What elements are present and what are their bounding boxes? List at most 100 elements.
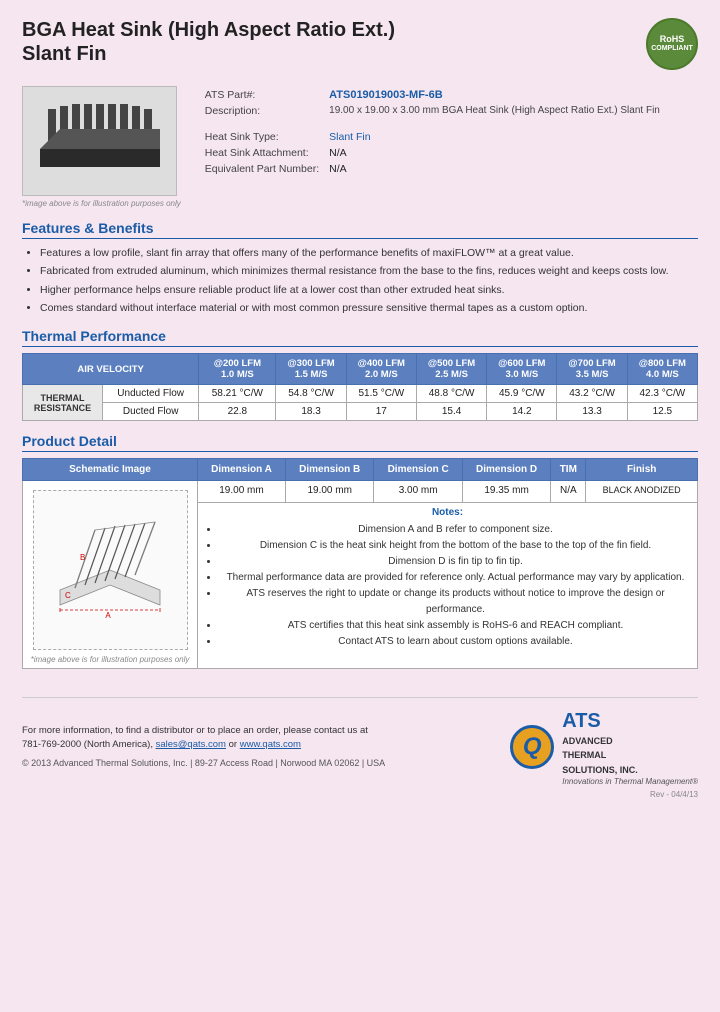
dim-b-value: 19.00 mm	[285, 481, 373, 503]
ats-tagline: Innovations in Thermal Management®	[562, 777, 698, 786]
feature-item: Features a low profile, slant fin array …	[40, 245, 698, 261]
svg-text:A: A	[105, 611, 111, 620]
footer-contact-text: For more information, to find a distribu…	[22, 724, 385, 738]
thermal-header-row: AIR VELOCITY @200 LFM1.0 M/S @300 LFM1.5…	[23, 354, 698, 385]
col-400lfm: @400 LFM2.0 M/S	[346, 354, 416, 385]
note-item: Dimension A and B refer to component siz…	[219, 522, 692, 538]
equiv-part-value: N/A	[325, 162, 664, 176]
unducted-200: 58.21 °C/W	[199, 385, 276, 403]
note-item: Dimension C is the heat sink height from…	[219, 538, 692, 554]
unducted-400: 51.5 °C/W	[346, 385, 416, 403]
footer-copyright: © 2013 Advanced Thermal Solutions, Inc. …	[22, 757, 385, 771]
dim-a-value: 19.00 mm	[198, 481, 286, 503]
col-dim-a: Dimension A	[198, 459, 286, 481]
ducted-600: 14.2	[487, 403, 557, 421]
ducted-300: 18.3	[276, 403, 346, 421]
col-600lfm: @600 LFM3.0 M/S	[487, 354, 557, 385]
svg-text:C: C	[65, 591, 71, 600]
col-700lfm: @700 LFM3.5 M/S	[557, 354, 627, 385]
product-details-table: ATS Part#: ATS019019003-MF-6B Descriptio…	[199, 86, 666, 178]
product-image-container: *image above is for illustration purpose…	[22, 86, 181, 208]
col-dim-c: Dimension C	[374, 459, 462, 481]
part-number-label: ATS Part#:	[201, 88, 323, 102]
page-wrapper: BGA Heat Sink (High Aspect Ratio Ext.) S…	[22, 18, 698, 799]
note-item: ATS reserves the right to update or chan…	[219, 586, 692, 618]
product-detail-heading: Product Detail	[22, 433, 698, 452]
unducted-800: 42.3 °C/W	[627, 385, 697, 403]
footer-website-link[interactable]: www.qats.com	[240, 739, 301, 750]
note-item: ATS certifies that this heat sink assemb…	[219, 618, 692, 634]
col-finish: Finish	[586, 459, 698, 481]
heat-sink-type-value: Slant Fin	[325, 130, 664, 144]
dim-c-value: 3.00 mm	[374, 481, 462, 503]
feature-item: Comes standard without interface materia…	[40, 300, 698, 316]
footer-email-link[interactable]: sales@qats.com	[156, 739, 226, 750]
notes-cell: Notes: Dimension A and B refer to compon…	[198, 502, 698, 668]
note-item: Thermal performance data are provided fo…	[219, 570, 692, 586]
schematic-image-box: A C B	[33, 490, 188, 650]
ducted-400: 17	[346, 403, 416, 421]
ducted-200: 22.8	[199, 403, 276, 421]
ats-text-logo: ATS ADVANCED THERMAL SOLUTIONS, INC. Inn…	[562, 708, 698, 786]
note-item: Contact ATS to learn about custom option…	[219, 634, 692, 650]
part-number-row: ATS Part#: ATS019019003-MF-6B	[201, 88, 664, 102]
equiv-part-label: Equivalent Part Number:	[201, 162, 323, 176]
ducted-500: 15.4	[416, 403, 486, 421]
tim-value: N/A	[551, 481, 586, 503]
page-header: BGA Heat Sink (High Aspect Ratio Ext.) S…	[22, 18, 698, 76]
heatsink-illustration	[30, 94, 170, 189]
ducted-flow-label: Ducted Flow	[103, 403, 199, 421]
features-list: Features a low profile, slant fin array …	[40, 245, 698, 316]
unducted-500: 48.8 °C/W	[416, 385, 486, 403]
product-detail-table: Schematic Image Dimension A Dimension B …	[22, 458, 698, 669]
schematic-caption: *image above is for illustration purpose…	[28, 655, 192, 664]
col-schematic: Schematic Image	[23, 459, 198, 481]
schematic-svg: A C B	[40, 500, 180, 640]
thermal-table: AIR VELOCITY @200 LFM1.0 M/S @300 LFM1.5…	[22, 353, 698, 421]
equiv-part-row: Equivalent Part Number: N/A	[201, 162, 664, 176]
footer: For more information, to find a distribu…	[22, 697, 698, 786]
notes-list: Dimension A and B refer to component siz…	[219, 522, 692, 650]
col-300lfm: @300 LFM1.5 M/S	[276, 354, 346, 385]
schematic-image-cell: A C B *image above is for illustration p…	[23, 481, 198, 669]
heat-sink-type-row: Heat Sink Type: Slant Fin	[201, 130, 664, 144]
rohs-badge: RoHS COMPLIANT	[646, 18, 698, 70]
features-heading: Features & Benefits	[22, 220, 698, 239]
col-800lfm: @800 LFM4.0 M/S	[627, 354, 697, 385]
col-500lfm: @500 LFM2.5 M/S	[416, 354, 486, 385]
col-dim-b: Dimension B	[285, 459, 373, 481]
ducted-800: 12.5	[627, 403, 697, 421]
thermal-resistance-label: THERMAL RESISTANCE	[23, 385, 103, 421]
unducted-300: 54.8 °C/W	[276, 385, 346, 403]
attachment-label: Heat Sink Attachment:	[201, 146, 323, 160]
footer-contact-details: 781-769-2000 (North America), sales@qats…	[22, 738, 385, 752]
part-number-value: ATS019019003-MF-6B	[325, 88, 664, 102]
thermal-heading: Thermal Performance	[22, 328, 698, 347]
feature-item: Higher performance helps ensure reliable…	[40, 282, 698, 298]
attachment-value: N/A	[325, 146, 664, 160]
col-tim: TIM	[551, 459, 586, 481]
ducted-700: 13.3	[557, 403, 627, 421]
footer-contact: For more information, to find a distribu…	[22, 724, 385, 770]
col-200lfm: @200 LFM1.0 M/S	[199, 354, 276, 385]
unducted-600: 45.9 °C/W	[487, 385, 557, 403]
description-label: Description:	[201, 104, 323, 118]
detail-values-row: A C B *image above is for illustration p…	[23, 481, 698, 503]
ats-q-icon: Q	[510, 725, 554, 769]
product-info-block: *image above is for illustration purpose…	[22, 86, 698, 208]
description-row: Description: 19.00 x 19.00 x 3.00 mm BGA…	[201, 104, 664, 118]
finish-value: BLACK ANODIZED	[586, 481, 698, 503]
heat-sink-type-label: Heat Sink Type:	[201, 130, 323, 144]
dim-d-value: 19.35 mm	[462, 481, 550, 503]
col-dim-d: Dimension D	[462, 459, 550, 481]
thermal-ducted-row: Ducted Flow 22.8 18.3 17 15.4 14.2 13.3 …	[23, 403, 698, 421]
detail-header-row: Schematic Image Dimension A Dimension B …	[23, 459, 698, 481]
product-image-caption: *image above is for illustration purpose…	[22, 199, 181, 208]
product-specs: ATS Part#: ATS019019003-MF-6B Descriptio…	[199, 86, 666, 208]
page-title: BGA Heat Sink (High Aspect Ratio Ext.) S…	[22, 18, 395, 76]
notes-label: Notes:	[203, 507, 692, 518]
unducted-flow-label: Unducted Flow	[103, 385, 199, 403]
description-value: 19.00 x 19.00 x 3.00 mm BGA Heat Sink (H…	[325, 104, 664, 118]
revision-note: Rev - 04/4/13	[22, 790, 698, 799]
product-image	[22, 86, 177, 196]
